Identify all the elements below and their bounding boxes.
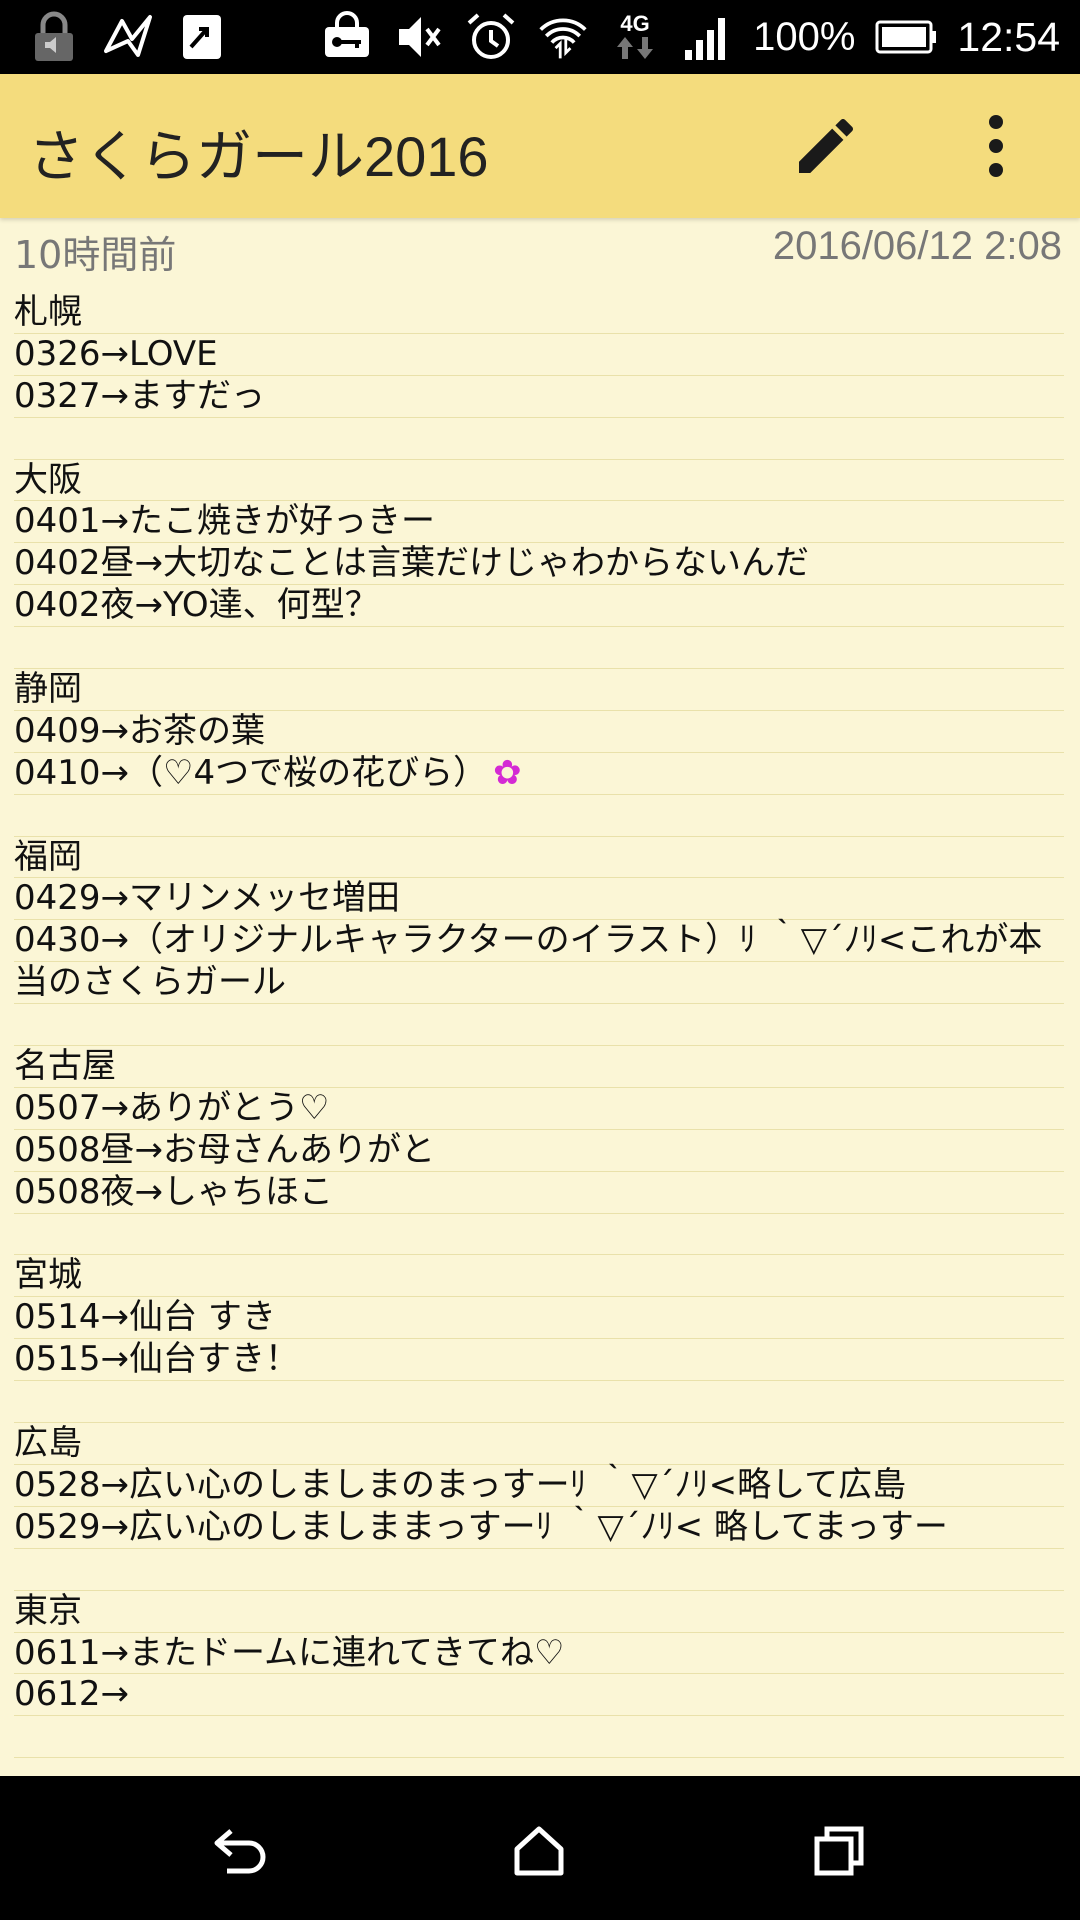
note-line-text: 0515→仙台すき！	[14, 1339, 300, 1380]
status-bar-notifications	[28, 8, 228, 66]
more-vert-icon	[989, 115, 1003, 177]
note-line-text: 0402夜→YO達、何型？	[14, 585, 379, 626]
network-type-label: 4G	[620, 11, 650, 36]
note-line: 0327→ますだっ	[14, 376, 1064, 418]
note-line-text: 0402昼→大切なことは言葉だけじゃわからないんだ	[14, 543, 810, 584]
vpn-key-icon	[321, 11, 373, 63]
bird-app-icon	[102, 11, 154, 63]
note-line: 宮城	[14, 1255, 1064, 1298]
home-icon	[514, 1826, 564, 1876]
note-line: 0508昼→お母さんありがと	[14, 1130, 1064, 1172]
relative-time: 10時間前	[14, 233, 177, 277]
lock-sound-icon	[28, 11, 80, 63]
note-line-text: 0429→マリンメッセ増田	[14, 878, 400, 919]
note-line-text: 0326→LOVE	[14, 333, 218, 374]
recents-button[interactable]	[794, 1806, 884, 1896]
status-bar-system: 4G 100% 12:54	[321, 8, 1060, 66]
status-bar: 4G 100% 12:54	[0, 0, 1080, 74]
note-line	[14, 418, 1064, 460]
note-line	[14, 1214, 1064, 1256]
note-line-text: 札幌	[14, 292, 82, 332]
note-line: 0515→仙台すき！	[14, 1339, 1064, 1382]
edit-pencil-icon	[799, 118, 854, 173]
note-timestamp: 2016/06/12 2:08	[772, 224, 1062, 268]
note-line-text: 0409→お茶の葉	[14, 710, 266, 751]
app-bar: さくらガール2016	[0, 74, 1080, 218]
home-button[interactable]	[494, 1806, 584, 1896]
note-line: 東京	[14, 1591, 1064, 1633]
note-line: 0612→	[14, 1674, 1064, 1717]
navigation-bar	[0, 1776, 1080, 1920]
note-line: 静岡	[14, 669, 1064, 711]
note-line-text: 東京	[14, 1590, 82, 1631]
note-line: 0529→広い心のしましままっすーﾘ ｀▽´ﾉﾘ< 略してまっすー	[14, 1507, 1064, 1549]
note-line-text: 0529→広い心のしましままっすーﾘ ｀▽´ﾉﾘ< 略してまっすー	[14, 1506, 948, 1547]
note-line: 0402昼→大切なことは言葉だけじゃわからないんだ	[14, 543, 1064, 586]
note-line-text: 名古屋	[14, 1046, 116, 1087]
mobile-data-icon: 4G	[609, 11, 661, 63]
note-line-text: 静岡	[14, 669, 82, 710]
note-line-text: 0508夜→しゃちほこ	[14, 1171, 334, 1212]
note-line: 0528→広い心のしましまのまっすーﾘ ｀▽´ﾉﾘ<略して広島	[14, 1465, 1064, 1507]
note-line: 0514→仙台 すき	[14, 1297, 1064, 1340]
note-body[interactable]: 札幌 0326→LOVE 0327→ますだっ 大阪 0401→たこ焼きが好っきー 0402…	[14, 292, 1064, 1758]
note-line: 0326→LOVE	[14, 334, 1064, 376]
note-line	[14, 1381, 1064, 1424]
note-line: 0402夜→YO達、何型？	[14, 585, 1064, 628]
alarm-icon	[465, 11, 517, 63]
note-line-text: 0327→ますだっ	[14, 375, 266, 416]
more-options-button[interactable]	[966, 108, 1026, 184]
wifi-icon	[537, 11, 589, 63]
note-line-text: 福岡	[14, 836, 82, 877]
clock: 12:54	[957, 13, 1060, 60]
note-line-text: 0528→広い心のしましまのまっすーﾘ ｀▽´ﾉﾘ<略して広島	[14, 1464, 907, 1505]
note-line-text: 0410→（♡4つで桜の花びら）	[14, 752, 488, 793]
note-line-text: 0611→またドームに連れてきてね♡	[14, 1632, 565, 1673]
note-line: 0611→またドームに連れてきてね♡	[14, 1633, 1064, 1675]
note-line: 0429→マリンメッセ増田	[14, 878, 1064, 921]
note-line-text: 0514→仙台 すき	[14, 1297, 276, 1338]
note-line-text: 0401→たこ焼きが好っきー	[14, 501, 436, 542]
note-title: さくらガール2016	[28, 125, 489, 188]
mute-icon	[393, 11, 445, 63]
note-line-text: 0612→	[14, 1674, 130, 1715]
battery-icon	[875, 11, 937, 63]
note-line	[14, 1549, 1064, 1591]
note-line: 広島	[14, 1423, 1064, 1465]
note-line: 0410→（♡4つで桜の花びら） ✿	[14, 753, 1064, 795]
note-line-text: 宮城	[14, 1255, 82, 1296]
note-line	[14, 1716, 1064, 1758]
note-line: 大阪	[14, 460, 1064, 502]
edit-button[interactable]	[788, 108, 864, 184]
note-line-text: 当のさくらガール	[14, 962, 286, 1003]
recents-icon	[814, 1826, 864, 1876]
note-line: 札幌	[14, 292, 1064, 334]
note-line: 福岡	[14, 837, 1064, 879]
note-line	[14, 627, 1064, 670]
note-line: 0409→お茶の葉	[14, 711, 1064, 753]
note-line-text: 大阪	[14, 459, 82, 500]
battery-percent: 100%	[753, 14, 856, 59]
signal-icon	[681, 11, 733, 63]
note-line	[14, 1004, 1064, 1047]
note-line-text: 0507→ありがとう♡	[14, 1087, 330, 1128]
note-line: 当のさくらガール	[14, 962, 1064, 1005]
cherry-blossom-icon: ✿	[493, 752, 522, 793]
note-line: 0508夜→しゃちほこ	[14, 1172, 1064, 1214]
note-line-text: 0508昼→お母さんありがと	[14, 1129, 436, 1170]
note-line: 0401→たこ焼きが好っきー	[14, 501, 1064, 544]
note-line-text: 0430→（オリジナルキャラクターのイラスト）ﾘ ｀▽´ﾉﾘ<これが本	[14, 920, 1043, 961]
note-line: 名古屋	[14, 1046, 1064, 1088]
note-line: 0430→（オリジナルキャラクターのイラスト）ﾘ ｀▽´ﾉﾘ<これが本	[14, 920, 1064, 963]
note-line: 0507→ありがとう♡	[14, 1088, 1064, 1130]
back-icon	[214, 1829, 266, 1874]
note-line-text: 広島	[14, 1423, 82, 1464]
note-line	[14, 795, 1064, 837]
back-button[interactable]	[196, 1806, 286, 1896]
share-app-icon	[176, 11, 228, 63]
